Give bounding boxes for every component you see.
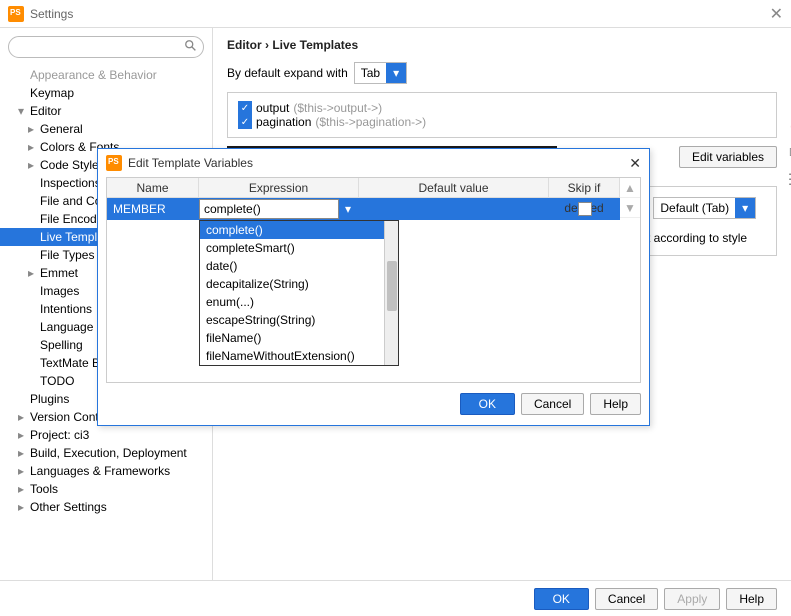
col-skip-header: Skip if defined	[549, 178, 620, 197]
dropdown-item[interactable]: enum(...)	[200, 293, 384, 311]
dropdown-item[interactable]: date()	[200, 257, 384, 275]
cancel-button[interactable]: Cancel	[595, 588, 658, 610]
dialog-help-button[interactable]: Help	[590, 393, 641, 415]
dialog-cancel-button[interactable]: Cancel	[521, 393, 584, 415]
tree-item[interactable]: ▸Tools	[0, 480, 212, 498]
add-icon[interactable]: +	[786, 93, 791, 111]
dropdown-item[interactable]: fileNameWithoutExtension()	[200, 347, 384, 365]
dropdown-item[interactable]: escapeString(String)	[200, 311, 384, 329]
tree-item[interactable]: Appearance & Behavior	[0, 66, 212, 84]
tree-item[interactable]: Keymap	[0, 84, 212, 102]
tree-item[interactable]: ▾Editor	[0, 102, 212, 120]
paste-icon[interactable]: ☰	[786, 171, 791, 189]
window-title: Settings	[30, 7, 73, 21]
chevron-down-icon[interactable]: ▾	[386, 63, 406, 83]
breadcrumb: Editor › Live Templates	[227, 38, 777, 62]
footer: OK Cancel Apply Help	[0, 580, 791, 616]
dropdown-item[interactable]: fileName()	[200, 329, 384, 347]
table-row[interactable]: MEMBER ▾	[107, 198, 620, 220]
var-name-cell: MEMBER	[107, 202, 199, 216]
templates-list: ✓ output ($this->output->)✓ pagination (…	[227, 92, 777, 138]
edit-variables-button[interactable]: Edit variables	[679, 146, 777, 168]
tree-item[interactable]: ▸Languages & Frameworks	[0, 462, 212, 480]
col-expr-header: Expression	[199, 178, 359, 197]
apply-button[interactable]: Apply	[664, 588, 720, 610]
remove-icon[interactable]: −	[786, 119, 791, 137]
variables-table: Name Expression Default value Skip if de…	[106, 177, 641, 383]
dialog-title: Edit Template Variables	[128, 156, 253, 170]
titlebar: Settings ✕	[0, 0, 791, 28]
expression-dropdown[interactable]: complete()completeSmart()date()decapital…	[199, 220, 399, 366]
expand-with-combo[interactable]: Default (Tab) ▾	[653, 197, 756, 219]
search-icon	[184, 39, 198, 53]
window-close-icon[interactable]: ✕	[770, 4, 783, 24]
expand-combo[interactable]: Tab ▾	[354, 62, 407, 84]
search-wrap	[0, 28, 212, 66]
move-up-icon[interactable]: ▲	[620, 178, 640, 198]
scroll-thumb[interactable]	[387, 261, 397, 311]
dropdown-item[interactable]: decapitalize(String)	[200, 275, 384, 293]
tree-item[interactable]: ▸General	[0, 120, 212, 138]
checkbox-icon[interactable]: ✓	[238, 101, 252, 115]
tree-item[interactable]: ▸Build, Execution, Deployment	[0, 444, 212, 462]
expression-input[interactable]	[199, 199, 339, 219]
search-input[interactable]	[8, 36, 204, 58]
expand-value: Tab	[355, 66, 386, 80]
help-button[interactable]: Help	[726, 588, 777, 610]
tree-item[interactable]: ▸Other Settings	[0, 498, 212, 516]
col-def-header: Default value	[359, 178, 549, 197]
template-item[interactable]: ✓ output ($this->output->)	[238, 101, 766, 115]
checkbox-icon[interactable]: ✓	[238, 115, 252, 129]
copy-icon[interactable]: ⧉	[786, 145, 791, 163]
expand-label: By default expand with	[227, 66, 348, 80]
ok-button[interactable]: OK	[534, 588, 589, 610]
dropdown-item[interactable]: complete()	[200, 221, 384, 239]
scrollbar[interactable]	[384, 221, 398, 365]
edit-template-variables-dialog: Edit Template Variables ✕ Name Expressio…	[97, 148, 650, 426]
dropdown-item[interactable]: completeSmart()	[200, 239, 384, 257]
move-down-icon[interactable]: ▼	[620, 198, 640, 218]
dialog-close-icon[interactable]: ✕	[629, 155, 641, 172]
dialog-ok-button[interactable]: OK	[460, 393, 515, 415]
app-icon	[106, 155, 122, 171]
tree-item[interactable]: ▸Project: ci3	[0, 426, 212, 444]
col-name-header: Name	[107, 178, 199, 197]
skip-checkbox[interactable]	[578, 202, 592, 216]
app-icon	[8, 6, 24, 22]
template-item[interactable]: ✓ pagination ($this->pagination->)	[238, 115, 766, 129]
chevron-down-icon[interactable]: ▾	[339, 199, 357, 219]
chevron-down-icon[interactable]: ▾	[735, 198, 755, 218]
